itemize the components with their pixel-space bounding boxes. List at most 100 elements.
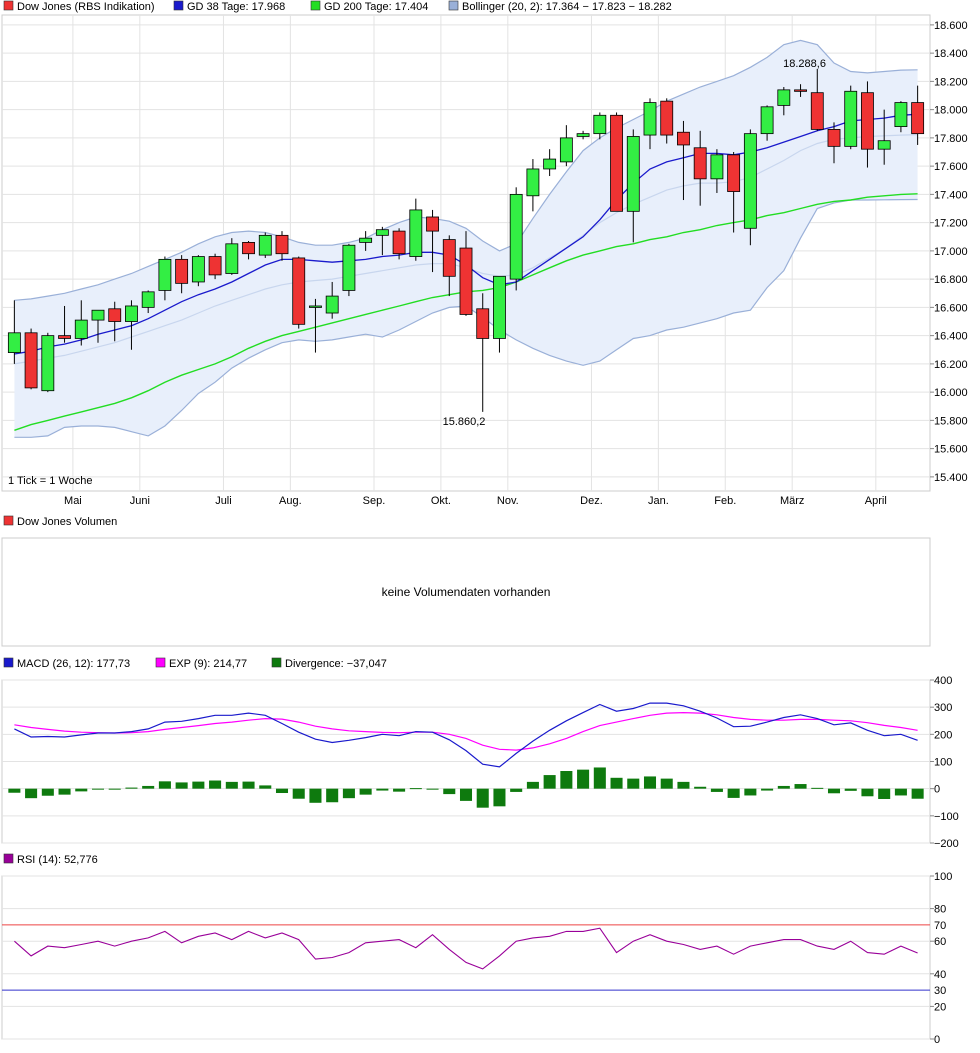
candle-body xyxy=(911,102,925,135)
x-axis-month-label: Aug. xyxy=(279,495,302,507)
legend-label: Dow Jones Volumen xyxy=(17,516,117,528)
candle-body xyxy=(844,90,858,147)
candle-body xyxy=(593,114,607,135)
volume-panel: Dow Jones Volumen keine Volumendaten vor… xyxy=(1,515,931,647)
candle-body xyxy=(626,136,640,212)
x-axis-month-label: Feb. xyxy=(714,495,736,507)
legend-swatch xyxy=(3,853,14,864)
candle-body xyxy=(325,295,339,314)
candle-body xyxy=(74,319,88,339)
divergence-bar xyxy=(660,778,673,789)
macd-legend: MACD (26, 12): 177,73 EXP (9): 214,77 Dive… xyxy=(3,657,387,670)
divergence-bar xyxy=(510,788,523,792)
candle-body xyxy=(175,258,189,284)
x-axis-month-label: Nov. xyxy=(497,495,519,507)
price-y-tick-label: 18.000 xyxy=(934,105,968,117)
candle-body xyxy=(258,234,272,256)
legend-swatch xyxy=(310,0,321,11)
price-y-tick-label: 18.600 xyxy=(934,20,968,32)
divergence-bar xyxy=(443,788,456,795)
x-axis-month-label: Okt. xyxy=(431,495,451,507)
macd-y-tick-label: −200 xyxy=(934,838,959,850)
candle-body xyxy=(643,102,657,136)
divergence-bar xyxy=(911,788,924,799)
price-legend: Dow Jones (RBS Indikation) GD 38 Tage: 17… xyxy=(3,0,672,13)
price-y-tick-label: 15.400 xyxy=(934,472,968,484)
legend-label: Dow Jones (RBS Indikation) xyxy=(17,1,155,13)
legend-label: GD 200 Tage: 17.404 xyxy=(324,1,428,13)
x-axis-month-label: Juli xyxy=(215,495,232,507)
price-y-tick-label: 16.200 xyxy=(934,359,968,371)
divergence-bar xyxy=(259,785,272,789)
candle-body xyxy=(610,114,623,212)
divergence-bar xyxy=(158,781,171,789)
candle-body xyxy=(710,154,724,180)
price-y-tick-label: 16.600 xyxy=(934,302,968,314)
divergence-bar xyxy=(593,767,606,789)
candle-body xyxy=(409,209,423,257)
divergence-bar xyxy=(192,781,205,789)
macd-y-axis: 400 300 200 100 0 −100 −200 xyxy=(930,675,959,850)
rsi-y-axis: 100 80 60 40 20 0 xyxy=(930,871,952,1046)
candle-body xyxy=(242,242,255,255)
macd-y-tick-label: −100 xyxy=(934,811,959,823)
legend-label: Divergence: −37,047 xyxy=(285,658,387,670)
divergence-bar xyxy=(75,788,88,792)
macd-y-tick-label: 100 xyxy=(934,757,952,769)
candle-body xyxy=(375,229,389,236)
price-y-tick-label: 16.000 xyxy=(934,387,968,399)
price-y-tick-label: 17.000 xyxy=(934,246,968,258)
legend-label: EXP (9): 214,77 xyxy=(169,658,247,670)
rsi-legend: RSI (14): 52,776 xyxy=(3,853,98,866)
x-axis-month-label: Mai xyxy=(64,495,82,507)
rsi-y-tick-label: 60 xyxy=(934,936,946,948)
divergence-bar xyxy=(409,788,422,790)
divergence-bar xyxy=(744,788,757,796)
candle-body xyxy=(861,92,874,150)
macd-y-tick-label: 200 xyxy=(934,729,952,741)
candle-body xyxy=(442,239,456,277)
candle-body xyxy=(559,137,573,163)
divergence-bar xyxy=(677,781,690,789)
rsi-y-tick-label: 100 xyxy=(934,871,952,883)
macd-y-tick-label: 0 xyxy=(934,784,940,796)
candle-body xyxy=(459,247,473,315)
x-axis-month-label: Sep. xyxy=(363,495,386,507)
candle-body xyxy=(275,234,289,255)
candle-body xyxy=(543,158,557,170)
candle-body xyxy=(727,154,741,192)
rsi-y-tick-label: 20 xyxy=(934,1001,946,1013)
candle-body xyxy=(493,275,506,339)
divergence-bar xyxy=(861,788,874,797)
rsi-plot-area xyxy=(1,875,931,1040)
legend-label: RSI (14): 52,776 xyxy=(17,854,98,866)
rsi-y-tick-label: 40 xyxy=(934,969,946,981)
macd-y-tick-label: 300 xyxy=(934,702,952,714)
candle-body xyxy=(660,100,674,136)
candle-body xyxy=(677,131,690,146)
divergence-bar xyxy=(8,788,21,793)
candle-body xyxy=(743,133,757,229)
price-y-tick-label: 17.800 xyxy=(934,133,968,145)
legend-swatch xyxy=(3,515,14,526)
candle-body xyxy=(576,133,590,137)
price-y-tick-label: 17.400 xyxy=(934,189,968,201)
divergence-bar xyxy=(426,788,439,790)
candle-body xyxy=(41,335,55,392)
divergence-bar xyxy=(459,788,473,801)
candle-body xyxy=(426,216,439,232)
candle-body xyxy=(125,305,138,322)
divergence-bar xyxy=(493,788,506,807)
candle-body xyxy=(342,244,356,291)
candle-body xyxy=(208,256,222,276)
candle-body xyxy=(91,309,105,321)
volume-legend: Dow Jones Volumen xyxy=(3,515,117,528)
candle-body xyxy=(108,308,122,322)
candle-body xyxy=(777,89,791,106)
candle-body xyxy=(292,257,306,325)
divergence-bar xyxy=(209,780,222,789)
price-y-tick-label: 15.800 xyxy=(934,415,968,427)
price-y-tick-label: 17.200 xyxy=(934,218,968,230)
divergence-bar xyxy=(225,781,238,789)
divergence-bar xyxy=(476,788,489,808)
